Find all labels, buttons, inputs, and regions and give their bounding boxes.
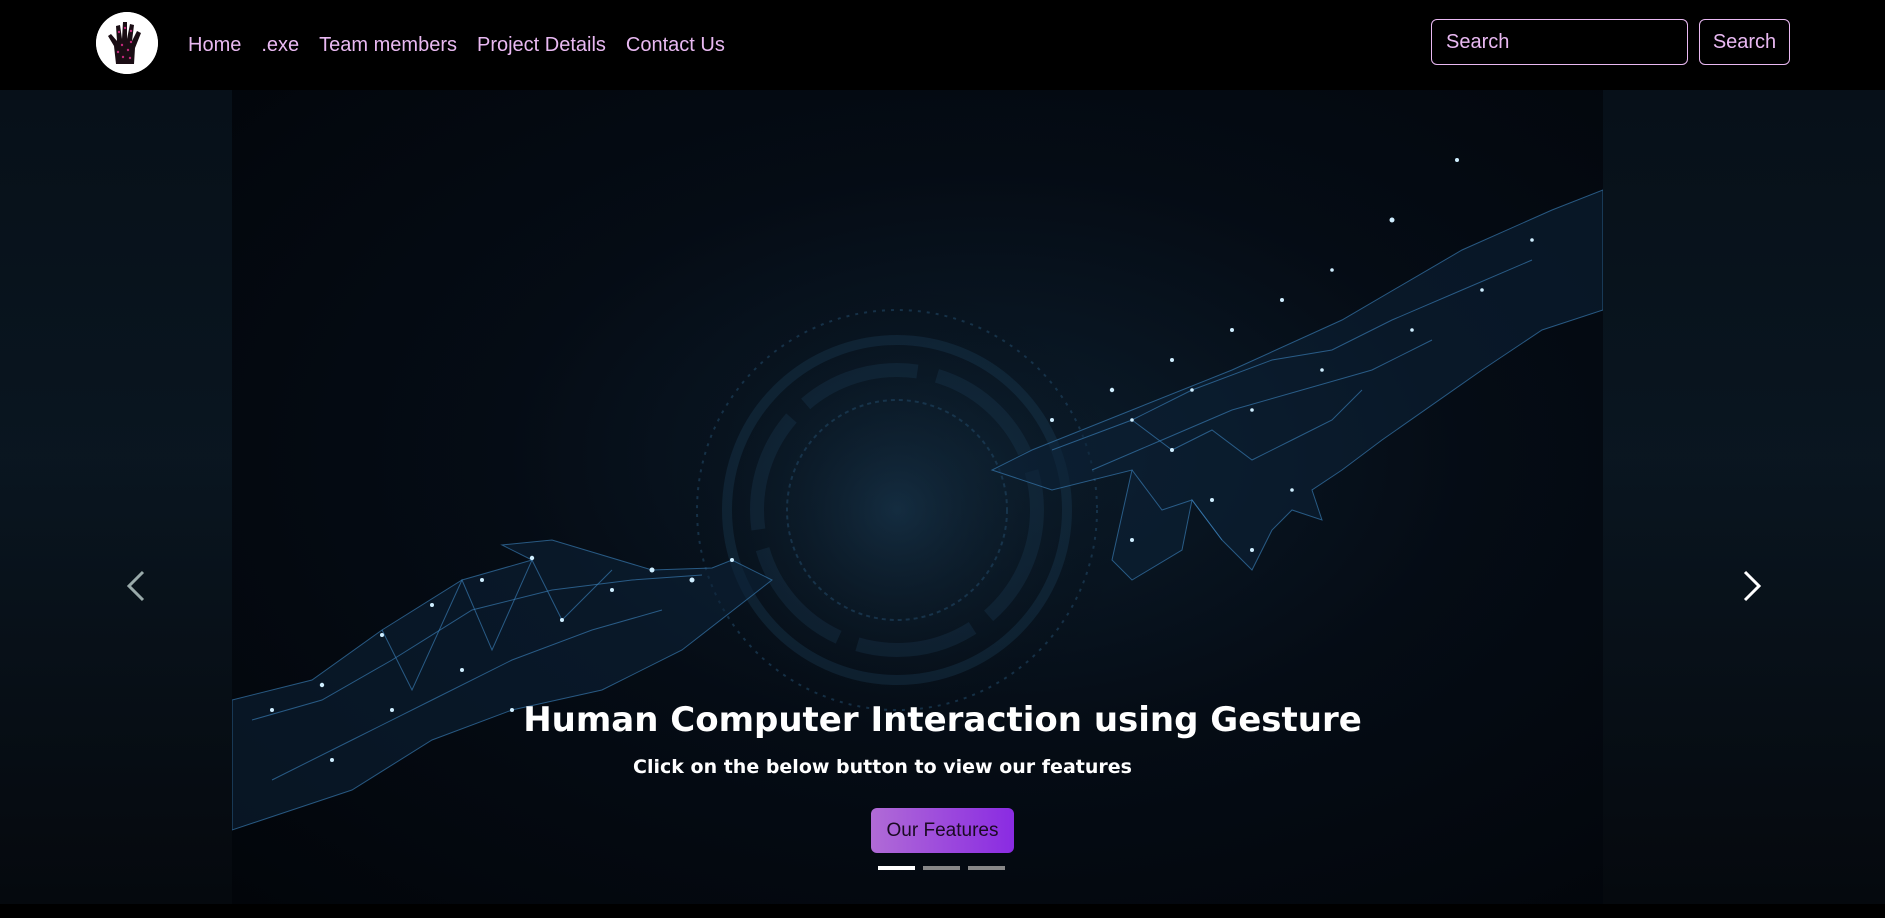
search-button[interactable]: Search <box>1699 19 1790 65</box>
bottom-bar <box>0 904 1885 918</box>
carousel-indicators <box>878 866 1013 870</box>
hero-title: Human Computer Interaction using Gesture <box>523 700 1362 740</box>
search-input[interactable] <box>1431 19 1688 65</box>
chevron-right-icon[interactable] <box>1731 560 1771 612</box>
nav-link-project-details[interactable]: Project Details <box>477 34 606 57</box>
nav-link-team-members[interactable]: Team members <box>319 34 457 57</box>
two-wireframe-hands-reaching-image <box>232 158 1603 831</box>
hero-side-left <box>0 90 232 904</box>
nav-link-home[interactable]: Home <box>188 34 241 57</box>
hero-side-right <box>1603 90 1885 904</box>
hero-slide-image <box>232 90 1603 904</box>
navbar: Home .exe Team members Project Details C… <box>0 0 1885 90</box>
hand-logo-icon[interactable] <box>96 12 158 74</box>
carousel-indicator[interactable] <box>968 866 1005 870</box>
our-features-button[interactable]: Our Features <box>871 808 1014 853</box>
nav-links: Home .exe Team members Project Details C… <box>188 0 745 90</box>
carousel-indicator[interactable] <box>923 866 960 870</box>
chevron-left-icon[interactable] <box>117 560 157 612</box>
carousel-indicator[interactable] <box>878 866 915 870</box>
nav-link-contact-us[interactable]: Contact Us <box>626 34 725 57</box>
hero-carousel <box>0 90 1885 904</box>
hero-subtitle: Click on the below button to view our fe… <box>633 756 1132 778</box>
nav-link-exe[interactable]: .exe <box>261 34 299 57</box>
